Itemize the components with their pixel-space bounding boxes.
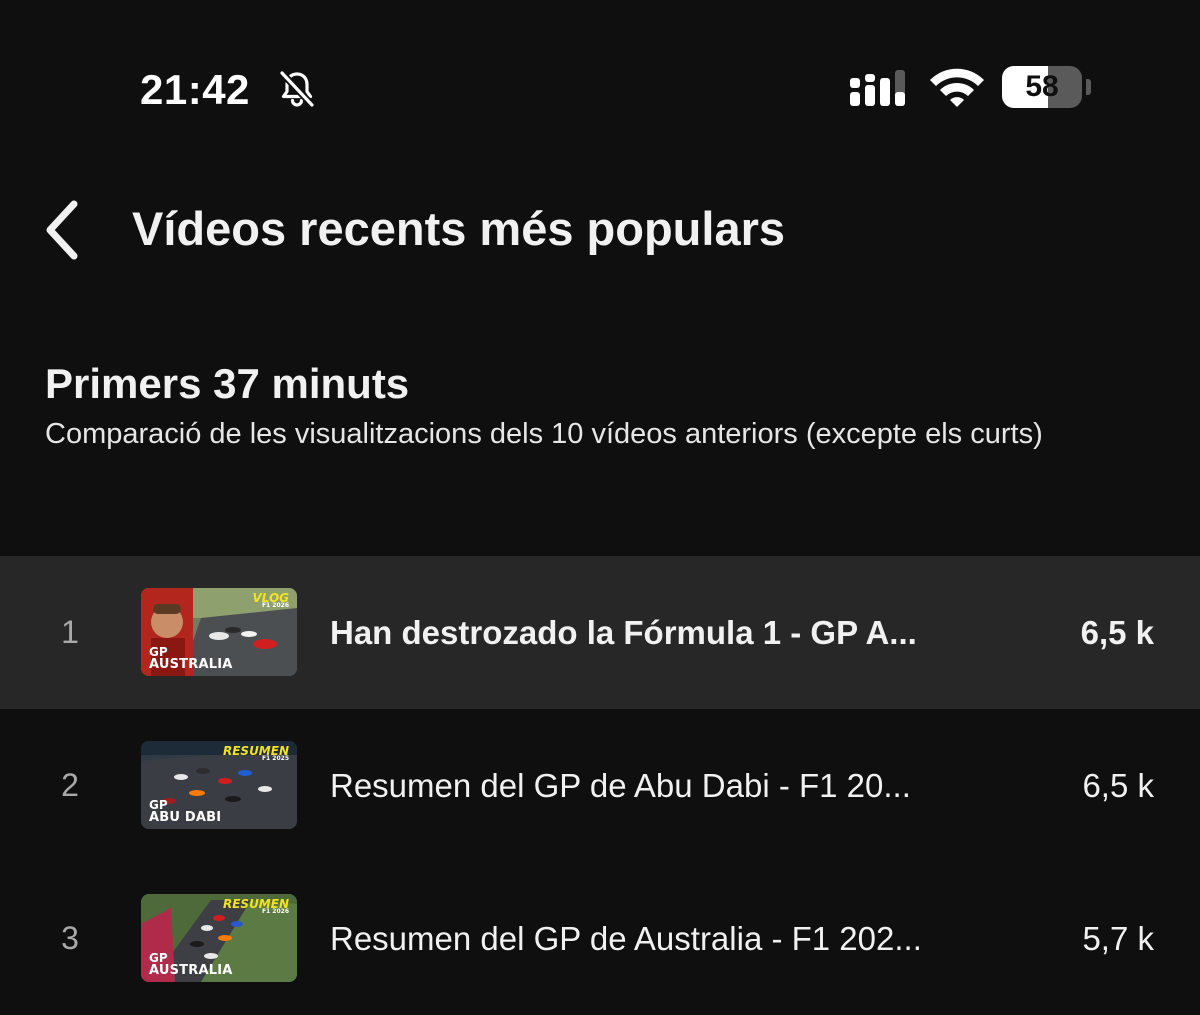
- thumbnail-name: AUSTRALIA: [149, 963, 233, 978]
- video-title[interactable]: Han destrozado la Fórmula 1 - GP A...: [330, 556, 1020, 709]
- video-list: 1 VLOG F1 2026 GP AUSTRALIA Han destroza…: [0, 556, 1200, 1015]
- video-title[interactable]: Resumen del GP de Australia - F1 202...: [330, 862, 1020, 1015]
- thumbnail-tag-small: F1 2026: [261, 908, 289, 915]
- video-views: 6,5 k: [1080, 614, 1154, 651]
- video-row[interactable]: 2 RESUMEN F1 2025 GP ABU DABI Resumen de…: [0, 709, 1200, 862]
- video-row[interactable]: 3 RESUMEN F1 2026 GP AUSTRALIA Resumen d…: [0, 862, 1200, 1015]
- status-bar: 21:42 58: [0, 0, 1200, 180]
- thumbnail-name: ABU DABI: [149, 810, 222, 825]
- video-thumbnail[interactable]: RESUMEN F1 2025 GP ABU DABI: [141, 741, 297, 829]
- video-rank: 3: [61, 920, 79, 956]
- wifi-icon: [930, 68, 984, 107]
- bell-slash-icon: [279, 70, 315, 108]
- video-thumbnail[interactable]: VLOG F1 2026 GP AUSTRALIA: [141, 588, 297, 676]
- video-rank: 2: [61, 767, 79, 803]
- thumbnail-tag-small: F1 2026: [261, 602, 289, 609]
- video-views: 5,7 k: [1082, 920, 1154, 957]
- video-rank: 1: [61, 614, 79, 650]
- section-title: Primers 37 minuts: [45, 360, 410, 407]
- status-time: 21:42: [140, 66, 250, 113]
- thumbnail-name: AUSTRALIA: [149, 657, 233, 672]
- section-subtitle: Comparació de les visualitzacions dels 1…: [45, 418, 1043, 450]
- page-title: Vídeos recents més populars: [132, 202, 786, 255]
- battery-body: 58: [1002, 66, 1082, 108]
- video-views: 6,5 k: [1082, 767, 1154, 804]
- battery-level: 58: [1025, 70, 1059, 103]
- back-button[interactable]: [30, 190, 102, 270]
- chevron-left-icon: [46, 200, 78, 260]
- video-title[interactable]: Resumen del GP de Abu Dabi - F1 20...: [330, 709, 1020, 862]
- thumbnail-tag-small: F1 2025: [261, 755, 289, 762]
- video-thumbnail[interactable]: RESUMEN F1 2026 GP AUSTRALIA: [141, 894, 297, 982]
- battery-cap: [1086, 79, 1091, 95]
- battery-icon: 58: [1002, 66, 1094, 108]
- video-row[interactable]: 1 VLOG F1 2026 GP AUSTRALIA Han destroza…: [0, 556, 1200, 709]
- cellular-signal-icon: [850, 70, 905, 106]
